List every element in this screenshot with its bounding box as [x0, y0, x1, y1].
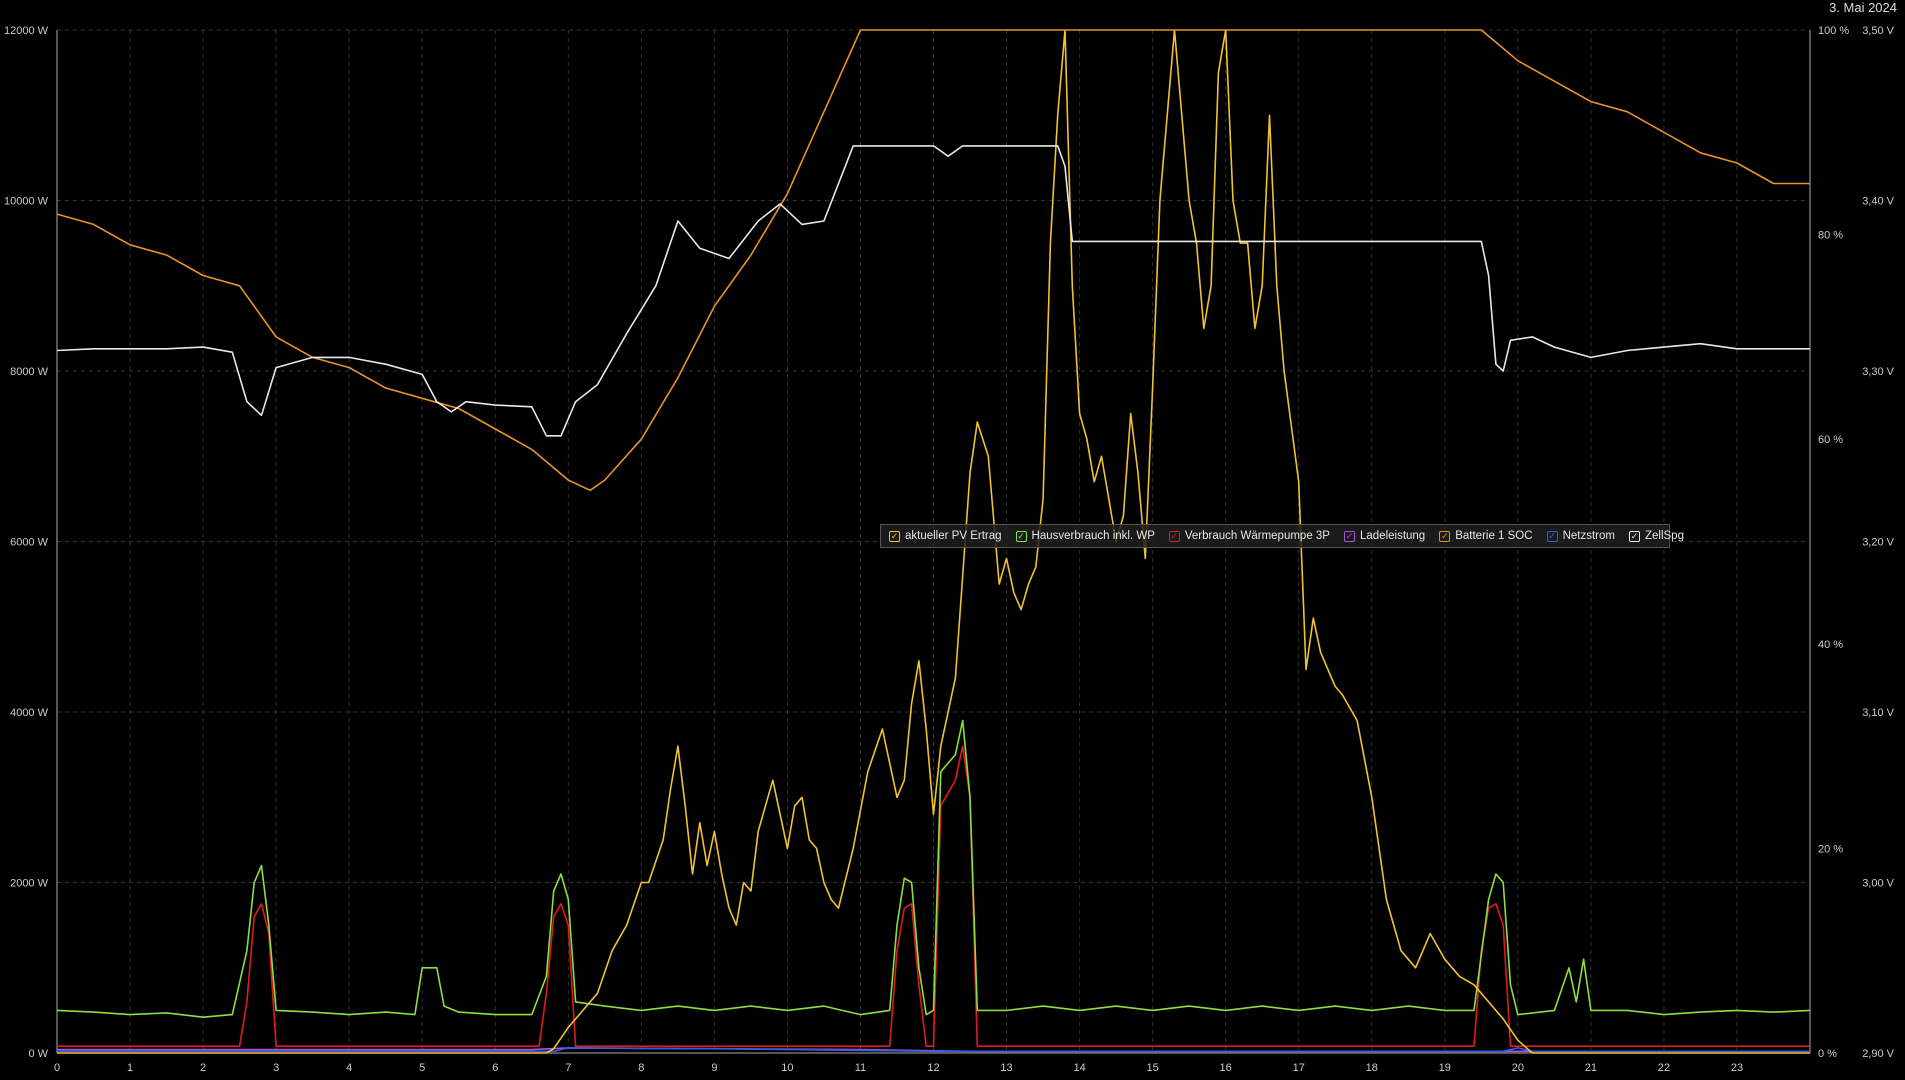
x-tick-label: 3: [273, 1062, 279, 1074]
x-tick-label: 20: [1512, 1062, 1524, 1074]
y-right-volt-tick-label: 3,40 V: [1862, 196, 1894, 208]
y-left-tick-label: 2000 W: [10, 878, 49, 890]
legend-label: ZellSpg: [1644, 530, 1684, 542]
x-tick-label: 4: [346, 1062, 352, 1074]
y-right-volt-tick-label: 3,20 V: [1862, 537, 1894, 549]
x-tick-label: 23: [1731, 1062, 1743, 1074]
y-right-pct-tick-label: 0 %: [1818, 1048, 1837, 1060]
y-left-tick-label: 12000 W: [4, 25, 49, 37]
x-tick-label: 6: [492, 1062, 498, 1074]
y-right-volt-tick-label: 3,50 V: [1862, 25, 1894, 37]
legend-checkbox-icon[interactable]: ✓: [1168, 530, 1180, 542]
y-right-pct-tick-label: 80 %: [1818, 230, 1843, 242]
legend-checkbox-icon[interactable]: ✓: [1343, 530, 1355, 542]
x-tick-label: 8: [638, 1062, 644, 1074]
y-right-volt-tick-label: 3,00 V: [1862, 878, 1894, 890]
y-right-pct-tick-label: 20 %: [1818, 843, 1843, 855]
y-right-pct-tick-label: 60 %: [1818, 434, 1843, 446]
legend-item-soc[interactable]: ✓ Batterie 1 SOC: [1439, 530, 1533, 542]
y-left-tick-label: 4000 W: [10, 707, 49, 719]
legend-checkbox-icon[interactable]: ✓: [1546, 530, 1558, 542]
legend-checkbox-icon[interactable]: ✓: [1015, 530, 1027, 542]
x-tick-label: 10: [781, 1062, 793, 1074]
legend-checkbox-icon[interactable]: ✓: [1439, 530, 1451, 542]
x-tick-label: 1: [127, 1062, 133, 1074]
y-left-tick-label: 6000 W: [10, 537, 49, 549]
x-tick-label: 13: [1000, 1062, 1012, 1074]
legend-label: aktueller PV Ertrag: [905, 530, 1002, 542]
legend-label: Batterie 1 SOC: [1455, 530, 1533, 542]
x-tick-label: 17: [1293, 1062, 1305, 1074]
y-right-volt-tick-label: 3,10 V: [1862, 707, 1894, 719]
legend-checkbox-icon[interactable]: ✓: [1628, 530, 1640, 542]
x-tick-label: 21: [1585, 1062, 1597, 1074]
legend-label: Ladeleistung: [1359, 530, 1426, 542]
chart-legend: ✓ aktueller PV Ertrag ✓ Hausverbrauch inkl.…: [880, 524, 1684, 548]
x-tick-label: 18: [1366, 1062, 1378, 1074]
y-left-tick-label: 8000 W: [10, 366, 49, 378]
x-tick-label: 19: [1439, 1062, 1451, 1074]
x-tick-label: 9: [711, 1062, 717, 1074]
legend-item-pv[interactable]: ✓ aktueller PV Ertrag: [889, 530, 1002, 542]
x-tick-label: 14: [1073, 1062, 1085, 1074]
series-line-soc: [56, 29, 1810, 492]
x-tick-label: 7: [565, 1062, 571, 1074]
legend-item-haus[interactable]: ✓ Hausverbrauch inkl. WP: [1015, 530, 1155, 542]
legend-item-netz[interactable]: ✓ Netzstrom: [1546, 530, 1615, 542]
y-right-volt-tick-label: 2,90 V: [1862, 1048, 1894, 1060]
y-right-volt-tick-label: 3,30 V: [1862, 366, 1894, 378]
y-right-pct-tick-label: 40 %: [1818, 639, 1843, 651]
x-tick-label: 22: [1658, 1062, 1670, 1074]
x-tick-label: 16: [1220, 1062, 1232, 1074]
x-tick-label: 5: [419, 1062, 425, 1074]
legend-label: Netzstrom: [1562, 530, 1615, 542]
series-line-haus: [56, 719, 1811, 1018]
legend-label: Verbrauch Wärmepumpe 3P: [1184, 530, 1330, 542]
x-tick-label: 2: [200, 1062, 206, 1074]
y-right-pct-tick-label: 100 %: [1818, 25, 1849, 37]
y-left-tick-label: 10000 W: [4, 196, 49, 208]
x-tick-label: 0: [54, 1062, 60, 1074]
x-tick-label: 15: [1147, 1062, 1159, 1074]
legend-checkbox-icon[interactable]: ✓: [889, 530, 900, 542]
date-label: 3. Mai 2024: [1829, 0, 1897, 15]
legend-item-wp[interactable]: ✓ Verbrauch Wärmepumpe 3P: [1168, 530, 1330, 542]
x-tick-label: 12: [927, 1062, 939, 1074]
legend-item-zell[interactable]: ✓ ZellSpg: [1628, 530, 1684, 542]
legend-item-lade[interactable]: ✓ Ladeleistung: [1343, 530, 1426, 542]
y-left-tick-label: 0 W: [28, 1048, 48, 1060]
legend-label: Hausverbrauch inkl. WP: [1031, 530, 1155, 542]
x-tick-label: 11: [855, 1062, 866, 1074]
